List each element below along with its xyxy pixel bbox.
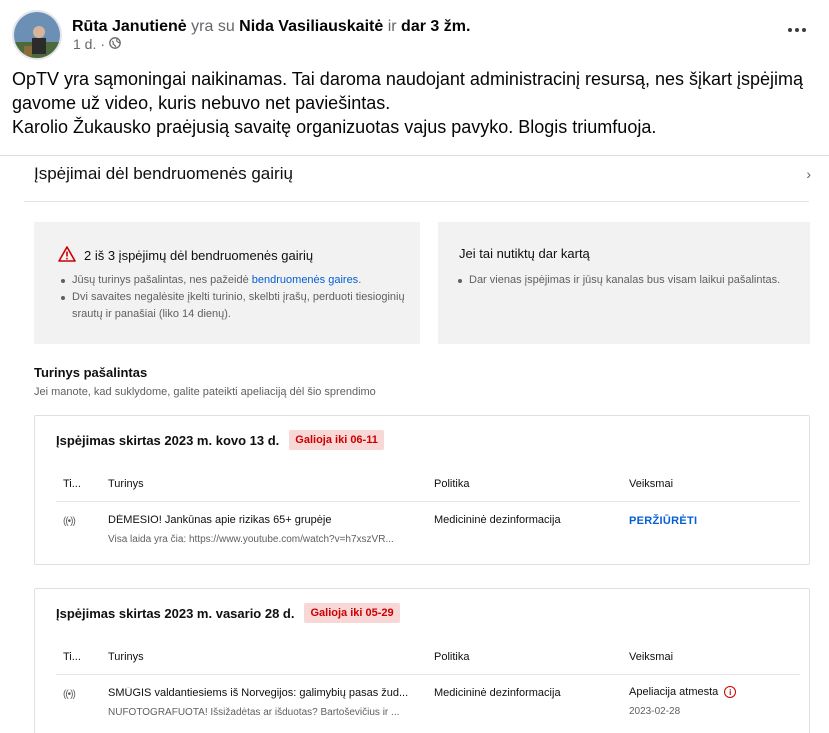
and-word: ir — [387, 18, 397, 35]
guidelines-link[interactable]: bendruomenės gaires — [252, 274, 358, 286]
strike-card: Įspėjimas skirtas 2023 m. kovo 13 d. Gal… — [34, 415, 810, 565]
post-text-line: gavome už video, kuris nebuvo net pavieš… — [12, 93, 391, 113]
live-stream-icon: ((•)) — [63, 516, 76, 527]
policy-name: Medicininė dezinformacija — [434, 687, 561, 699]
table-row: ((•)) DĖMESIO! Jankūnas apie rizikas 65+… — [56, 514, 800, 556]
col-type: Ti... — [63, 478, 81, 490]
strike-date-title: Įspėjimas skirtas 2023 m. vasario 28 d. — [56, 605, 295, 621]
col-content: Turinys — [108, 478, 144, 490]
strike-count-heading: 2 iš 3 įspėjimų dėl bendruomenės gairių — [84, 248, 314, 263]
post-meta: 1 d. · — [73, 36, 121, 52]
warning-icon — [58, 246, 76, 265]
live-stream-icon: ((•)) — [63, 689, 76, 700]
more-dots-icon — [788, 28, 792, 32]
others-link[interactable]: dar 3 žm. — [401, 18, 470, 35]
next-strike-heading: Jei tai nutiktų dar kartą — [459, 246, 590, 261]
col-actions: Veiksmai — [629, 651, 674, 663]
table-header: Ti... Turinys Politika Veiksmai — [56, 639, 800, 675]
appeal-status: Apeliacija atmesta i — [629, 686, 737, 698]
strike-date-title: Įspėjimas skirtas 2023 m. kovo 13 d. — [56, 432, 280, 448]
expiry-badge: Galioja iki 05-29 — [304, 603, 400, 623]
appeal-date: 2023-02-28 — [629, 706, 681, 717]
author-name[interactable]: Rūta Janutienė — [72, 18, 187, 35]
table-row: ((•)) SMŪGIS valdantiesiems iš Norvegijo… — [56, 686, 800, 729]
expiry-badge: Galioja iki 06-11 — [289, 430, 384, 450]
tagged-name[interactable]: Nida Vasiliauskaitė — [239, 18, 383, 35]
info-icon[interactable]: i — [724, 686, 737, 698]
video-description: Visa laida yra čia: https://www.youtube.… — [108, 534, 394, 545]
chevron-right-icon[interactable]: › — [806, 166, 811, 182]
strike-count-panel: 2 iš 3 įspėjimų dėl bendruomenės gairių … — [34, 222, 420, 344]
col-actions: Veiksmai — [629, 478, 674, 490]
col-content: Turinys — [108, 651, 144, 663]
appeal-status-label: Apeliacija atmesta — [629, 686, 719, 698]
avatar[interactable] — [12, 10, 62, 60]
removed-section-subtitle: Jei manote, kad suklydome, galite pateik… — [34, 386, 376, 398]
with-word: yra su — [191, 18, 235, 35]
post-text-line: Karolio Žukausko praėjusią savaitę organ… — [12, 117, 657, 137]
col-policy: Politika — [434, 651, 470, 663]
next-strike-panel: Jei tai nutiktų dar kartą Dar vienas įsp… — [438, 222, 810, 344]
strikes-screenshot: Įspėjimai dėl bendruomenės gairių › 2 iš… — [0, 155, 829, 733]
list-item: Dvi savaites negalėsite įkelti turinio, … — [60, 289, 405, 323]
video-title[interactable]: DĖMESIO! Jankūnas apie rizikas 65+ grupė… — [108, 514, 423, 526]
list-item: Dar vienas įspėjimas ir jūsų kanalas bus… — [457, 272, 802, 289]
author-line: Rūta Janutienė yra su Nida Vasiliauskait… — [72, 18, 470, 36]
post-header: Rūta Janutienė yra su Nida Vasiliauskait… — [12, 10, 817, 60]
divider — [24, 201, 809, 202]
list-item: Jūsų turinys pašalintas, nes pažeidė ben… — [60, 272, 405, 289]
strike-card: Įspėjimas skirtas 2023 m. vasario 28 d. … — [34, 588, 810, 733]
post-text-line: OpTV yra sąmoningai naikinamas. Tai daro… — [12, 69, 804, 89]
post-text: OpTV yra sąmoningai naikinamas. Tai daro… — [12, 67, 827, 139]
policy-name: Medicininė dezinformacija — [434, 514, 561, 526]
col-type: Ti... — [63, 651, 81, 663]
globe-icon — [109, 36, 121, 52]
strikes-title: Įspėjimai dėl bendruomenės gairių — [34, 164, 293, 183]
review-button[interactable]: PERŽIŪRĖTI — [629, 515, 697, 527]
removed-section-title: Turinys pašalintas — [34, 365, 148, 380]
more-options-button[interactable] — [785, 18, 809, 42]
video-description: NUFOTOGRAFUOTA! Išsižadėtas ar išduotas?… — [108, 707, 400, 718]
video-title[interactable]: SMŪGIS valdantiesiems iš Norvegijos: gal… — [108, 687, 423, 699]
post-time[interactable]: 1 d. — [73, 36, 96, 52]
col-policy: Politika — [434, 478, 470, 490]
table-header: Ti... Turinys Politika Veiksmai — [56, 466, 800, 502]
